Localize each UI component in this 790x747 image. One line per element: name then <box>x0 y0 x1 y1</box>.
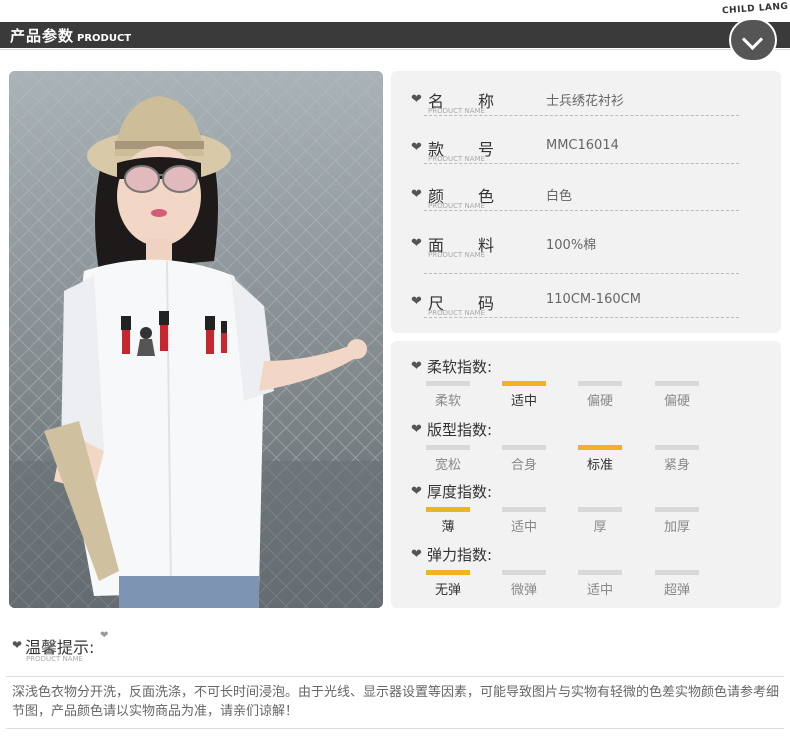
index-bar-active <box>502 381 546 386</box>
index-option: 合身 <box>502 445 546 473</box>
info-label-en: PRODUCT NAME <box>428 107 485 115</box>
index-bar-active <box>426 507 470 512</box>
tips-bottom-divider <box>6 728 784 729</box>
index-option-label: 适中 <box>586 583 613 598</box>
product-photo <box>9 71 383 608</box>
index-option-label: 适中 <box>510 520 537 535</box>
index-bar <box>502 507 546 512</box>
index-option: 适中 <box>502 507 546 535</box>
info-value: 110CM-160CM <box>546 292 641 307</box>
info-value: 白色 <box>546 189 573 204</box>
section-title: 产品参数 PRODUCT <box>10 25 131 46</box>
info-value: 士兵绣花衬衫 <box>546 94 625 109</box>
index-option-selected: 无弹 <box>426 570 470 598</box>
heart-icon: ❤ <box>12 638 23 652</box>
header-divider <box>0 49 790 50</box>
index-bar <box>426 445 470 450</box>
index-option-selected: 薄 <box>426 507 470 535</box>
dashed-divider <box>424 115 739 116</box>
index-panel: ❤ 柔软指数: 柔软 适中 偏硬 偏硬 ❤ 版型指数: 宽松 合身 标准 紧身 … <box>391 341 781 608</box>
chevron-down-icon <box>741 28 764 51</box>
index-option: 偏硬 <box>655 381 699 409</box>
section-title-en: PRODUCT <box>77 33 132 44</box>
heart-icon: ❤ <box>411 484 422 499</box>
brand-badge <box>729 18 777 62</box>
index-bar <box>655 507 699 512</box>
dashed-divider <box>424 273 739 274</box>
index-option-selected: 标准 <box>578 445 622 473</box>
index-option-label: 加厚 <box>663 520 690 535</box>
index-option-label: 厚 <box>593 520 607 535</box>
heart-icon: ❤ <box>411 422 422 437</box>
section-title-cn: 产品参数 <box>10 27 75 45</box>
dashed-divider <box>424 163 739 164</box>
index-option-label: 无弹 <box>434 583 461 598</box>
index-option-label: 薄 <box>441 520 455 535</box>
index-bar <box>426 381 470 386</box>
index-option-label: 偏硬 <box>663 394 690 409</box>
index-option: 加厚 <box>655 507 699 535</box>
info-value: MMC16014 <box>546 138 619 153</box>
product-info-panel: ❤ 名称 PRODUCT NAME 士兵绣花衬衫 ❤ 款号 PRODUCT NA… <box>391 71 781 333</box>
index-bar <box>655 445 699 450</box>
index-title-thickness: 厚度指数: <box>427 483 493 501</box>
section-header: 产品参数 PRODUCT <box>0 22 790 48</box>
index-bar-active <box>578 445 622 450</box>
heart-icon: ❤ <box>411 547 422 562</box>
index-option-selected: 适中 <box>502 381 546 409</box>
index-bar <box>502 445 546 450</box>
index-option: 微弹 <box>502 570 546 598</box>
info-label-en: PRODUCT NAME <box>428 309 485 317</box>
index-option-label: 微弹 <box>510 583 537 598</box>
info-row-name: ❤ 名称 PRODUCT NAME 士兵绣花衬衫 <box>391 88 781 128</box>
index-option-label: 合身 <box>510 458 537 473</box>
tips-title-en: PRODUCT NAME <box>26 655 83 663</box>
info-row-color: ❤ 颜色 PRODUCT NAME 白色 <box>391 183 781 223</box>
index-option: 超弹 <box>655 570 699 598</box>
index-bar <box>655 570 699 575</box>
info-row-size: ❤ 尺码 PRODUCT NAME 110CM-160CM <box>391 290 781 330</box>
index-option-label: 偏硬 <box>586 394 613 409</box>
dashed-divider <box>424 317 739 318</box>
index-bar <box>578 381 622 386</box>
info-label-en: PRODUCT NAME <box>428 251 485 259</box>
heart-icon: ❤ <box>411 187 422 202</box>
index-option: 紧身 <box>655 445 699 473</box>
index-option-label: 柔软 <box>434 394 461 409</box>
index-option: 柔软 <box>426 381 470 409</box>
index-option-label: 宽松 <box>434 458 461 473</box>
heart-icon: ❤ <box>411 359 422 374</box>
index-bar <box>578 570 622 575</box>
info-value: 100%棉 <box>546 238 597 253</box>
tips-body: 深浅色衣物分开洗，反面洗涤，不可长时间浸泡。由于光线、显示器设置等因素，可能导致… <box>12 685 780 719</box>
index-option: 厚 <box>578 507 622 535</box>
heart-icon: ❤ <box>411 92 422 107</box>
index-option-label: 适中 <box>510 394 537 409</box>
index-option: 适中 <box>578 570 622 598</box>
small-heart-icon: ❤ <box>100 630 109 641</box>
info-label-en: PRODUCT NAME <box>428 155 485 163</box>
index-title-fit: 版型指数: <box>427 421 493 439</box>
index-bar <box>578 507 622 512</box>
index-title-softness: 柔软指数: <box>427 358 493 376</box>
index-title-elasticity: 弹力指数: <box>427 546 493 564</box>
index-option-label: 标准 <box>586 458 613 473</box>
tips-divider <box>6 676 784 677</box>
info-label-en: PRODUCT NAME <box>428 202 485 210</box>
index-bar-active <box>426 570 470 575</box>
index-option: 偏硬 <box>578 381 622 409</box>
heart-icon: ❤ <box>411 294 422 309</box>
index-bar <box>655 381 699 386</box>
info-row-style-number: ❤ 款号 PRODUCT NAME MMC16014 <box>391 136 781 176</box>
dashed-divider <box>424 210 739 211</box>
brand-logo-text: CHILD LANG <box>721 1 789 17</box>
index-bar <box>502 570 546 575</box>
index-option: 宽松 <box>426 445 470 473</box>
heart-icon: ❤ <box>411 236 422 251</box>
index-option-label: 紧身 <box>663 458 690 473</box>
index-option-label: 超弹 <box>663 583 690 598</box>
heart-icon: ❤ <box>411 140 422 155</box>
info-row-fabric: ❤ 面料 PRODUCT NAME 100%棉 <box>391 232 781 274</box>
